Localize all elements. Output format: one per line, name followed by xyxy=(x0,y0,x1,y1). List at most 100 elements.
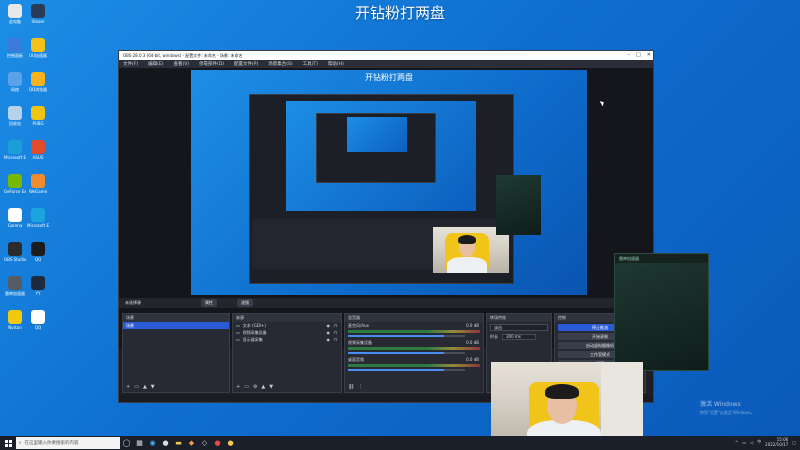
minimize-icon[interactable]: – xyxy=(628,52,631,58)
filters-button[interactable]: 滤镜 xyxy=(237,299,253,307)
desktop-icon[interactable]: UU加速器 xyxy=(27,38,49,58)
mixer-dock-title: 混音器 xyxy=(345,314,483,322)
desktop-icon[interactable]: 回收站 xyxy=(4,106,26,126)
chevron-down-icon[interactable]: ▼ xyxy=(151,384,155,390)
duration-input[interactable]: 300 ms xyxy=(502,333,536,340)
edge-icon[interactable]: ◉ xyxy=(146,436,159,450)
menu-item[interactable]: 配置文件(P) xyxy=(234,61,258,67)
close-icon[interactable]: ✕ xyxy=(647,52,651,58)
volume-slider[interactable] xyxy=(348,352,465,354)
trash-icon[interactable]: ▭ xyxy=(134,384,139,390)
source-item[interactable]: ▭ 视频采集设备 ◉ ⊓ xyxy=(233,329,341,336)
app-icon[interactable]: ● xyxy=(224,436,237,450)
volume-meter xyxy=(348,364,480,367)
eye-icon[interactable]: ◉ xyxy=(326,323,330,328)
add-icon[interactable]: + xyxy=(236,384,240,390)
desktop-icon[interactable]: Norton xyxy=(4,310,26,330)
desktop-icon-label: 网络 xyxy=(11,87,19,92)
nested-preview-inner-canvas xyxy=(347,117,407,152)
volume-meter xyxy=(348,330,480,333)
gear-icon[interactable]: ⚙ xyxy=(253,384,257,390)
start-button[interactable] xyxy=(0,436,16,450)
desktop-icon[interactable]: 控制面板 xyxy=(4,38,26,58)
desktop-icon[interactable]: 此电脑 xyxy=(4,4,26,24)
menu-item[interactable]: 查看(V) xyxy=(173,61,189,67)
maximize-icon[interactable]: □ xyxy=(636,52,641,58)
qq-icon xyxy=(31,310,45,324)
taskbar-search[interactable]: ⌕ 在这里输入你要搜索的内容 xyxy=(16,437,120,449)
desktop-icon[interactable]: YY xyxy=(27,276,49,296)
desktop-icon[interactable]: WeGame xyxy=(27,174,49,194)
desktop-icon[interactable]: OBS Studio xyxy=(4,242,26,262)
desktop-icon[interactable]: Microsoft Edge xyxy=(27,208,49,228)
file-explorer-icon[interactable]: ▬ xyxy=(172,436,185,450)
desktop-icon-label: Norton xyxy=(8,325,22,330)
desktop-icon[interactable]: PUBG xyxy=(27,106,49,126)
lock-icon[interactable]: ⊓ xyxy=(334,330,337,335)
mixer-channels: 麦克风/Aux 0.0 dB 视频采集设备 0.0 dB 桌面音频 0.0 dB xyxy=(345,322,483,371)
desktop-icon[interactable]: Steam xyxy=(27,4,49,24)
volume-icon[interactable]: ◁ xyxy=(750,440,753,445)
eye-icon[interactable]: ◉ xyxy=(326,337,330,342)
source-item[interactable]: ▭ 文本 (GDI+) ◉ ⊓ xyxy=(233,322,341,329)
network-icon xyxy=(8,72,22,86)
mixer-channel-header: 桌面音频 0.0 dB xyxy=(345,356,483,363)
scene-item[interactable]: 场景 xyxy=(123,322,229,329)
more-icon[interactable]: ⋮ xyxy=(358,384,363,390)
widgets-icon[interactable]: ▦ xyxy=(133,436,146,450)
desktop-icon[interactable]: 网络 xyxy=(4,72,26,92)
menu-item[interactable]: 工具(T) xyxy=(303,61,318,67)
menu-item[interactable]: 编辑(E) xyxy=(148,61,163,67)
desktop-icon-label: 控制面板 xyxy=(7,53,23,58)
ime-icon[interactable]: 中 xyxy=(757,439,761,445)
menu-item[interactable]: 帮助(H) xyxy=(328,61,344,67)
accelerator-panel[interactable]: 雷神加速器 xyxy=(614,253,709,371)
menu-item[interactable]: 停靠部件(D) xyxy=(199,61,224,67)
desktop-icon-label: Microsoft Edge xyxy=(27,223,49,228)
chevron-up-icon[interactable]: ▲ xyxy=(143,384,147,390)
trash-icon[interactable]: ▭ xyxy=(244,384,249,390)
desktop-icon[interactable]: QQ浏览器 xyxy=(27,72,49,92)
mixer-dock-toolbar: ⛓ ⋮ xyxy=(348,384,363,390)
sources-dock-toolbar: + ▭ ⚙ ▲ ▼ xyxy=(236,384,273,390)
notification-icon[interactable]: ▢ xyxy=(792,440,796,445)
mixer-channel-header: 麦克风/Aux 0.0 dB xyxy=(345,322,483,329)
properties-button[interactable]: 属性 xyxy=(201,299,217,307)
desktop-icon-label: QQ xyxy=(34,325,42,330)
chevron-down-icon[interactable]: ▼ xyxy=(269,384,273,390)
source-type-icon: ▭ xyxy=(236,330,240,335)
add-icon[interactable]: + xyxy=(126,384,130,390)
chevron-up-icon[interactable]: ^ xyxy=(735,440,738,445)
network-icon[interactable]: ▭ xyxy=(742,440,746,445)
obs-icon[interactable]: ● xyxy=(159,436,172,450)
app-icon[interactable]: ◆ xyxy=(185,436,198,450)
menu-item[interactable]: 场景集合(S) xyxy=(268,61,292,67)
recycle-bin-icon xyxy=(8,106,22,120)
lock-icon[interactable]: ⊓ xyxy=(334,323,337,328)
app-icon[interactable]: ◇ xyxy=(198,436,211,450)
transition-select[interactable]: 淡出 xyxy=(490,324,548,331)
nested-preview-inner xyxy=(316,113,436,183)
volume-slider[interactable] xyxy=(348,369,465,371)
app-icon[interactable]: ● xyxy=(211,436,224,450)
desktop-icon[interactable]: QQ xyxy=(27,310,49,330)
desktop-icon[interactable]: 雷神加速器 xyxy=(4,276,26,296)
desktop-icon-label: 此电脑 xyxy=(9,19,21,24)
desktop-icon[interactable]: Microsoft Edge xyxy=(4,140,26,160)
desktop-icon[interactable]: GeForce Experience xyxy=(4,174,26,194)
clock[interactable]: 15:06 2022/10/17 xyxy=(765,437,788,447)
desktop-icon[interactable]: Garena xyxy=(4,208,26,228)
link-icon[interactable]: ⛓ xyxy=(348,384,354,390)
eye-icon[interactable]: ◉ xyxy=(326,330,330,335)
volume-slider[interactable] xyxy=(348,335,465,337)
desktop-icon[interactable]: QQ xyxy=(27,242,49,262)
menu-item[interactable]: 文件(F) xyxy=(123,61,138,67)
chevron-up-icon[interactable]: ▲ xyxy=(261,384,265,390)
source-item[interactable]: ▭ 显示器采集 ◉ ⊓ xyxy=(233,336,341,343)
lock-icon[interactable]: ⊓ xyxy=(334,337,337,342)
desktop-icon-label: YY xyxy=(35,291,41,296)
desktop-icon[interactable]: ASUS xyxy=(27,140,49,160)
preview-canvas[interactable]: 开钻粉打两盘 xyxy=(191,70,587,295)
desktop-icon-label: Garena xyxy=(7,223,23,228)
task-view-icon[interactable]: ◯ xyxy=(120,436,133,450)
